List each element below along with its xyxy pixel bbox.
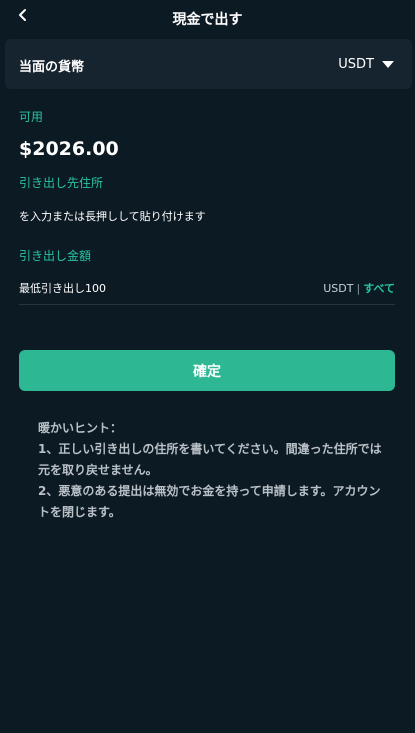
top-bar: 現金で出す (0, 0, 415, 36)
amount-input[interactable] (19, 280, 279, 296)
amount-suffix: USDT | すべて (323, 280, 395, 296)
hint-line-1: 1、正しい引き出しの住所を書いてください。間違った住所では元を取り戻せません。 (38, 442, 382, 477)
address-input[interactable] (19, 207, 395, 225)
currency-selector[interactable]: 当面の貨幣 USDT (5, 39, 412, 89)
hint-title: 暖かいヒント： (38, 421, 123, 435)
caret-down-icon (382, 61, 394, 68)
available-balance: $2026.00 (19, 138, 119, 160)
currency-label: 当面の貨幣 (19, 60, 85, 75)
hint-box: 暖かいヒント： 1、正しい引き出しの住所を書いてください。間違った住所では元を取… (38, 418, 383, 523)
amount-field: USDT|すべて (19, 278, 395, 305)
amount-label: 引き出し金額 (19, 249, 92, 263)
amount-separator: | (356, 282, 361, 295)
hint-line-2: 2、悪意のある提出は無効でお金を持って申請します。アカウントを閉じます。 (38, 484, 381, 519)
available-label: 可用 (19, 110, 44, 124)
confirm-button[interactable]: 確定 (19, 350, 395, 391)
page-title: 現金で出す (172, 12, 243, 28)
amount-currency: USDT (323, 282, 354, 295)
address-label: 引き出し先住所 (19, 176, 104, 190)
all-amount-button[interactable]: すべて (363, 282, 395, 295)
currency-value: USDT (338, 57, 374, 72)
